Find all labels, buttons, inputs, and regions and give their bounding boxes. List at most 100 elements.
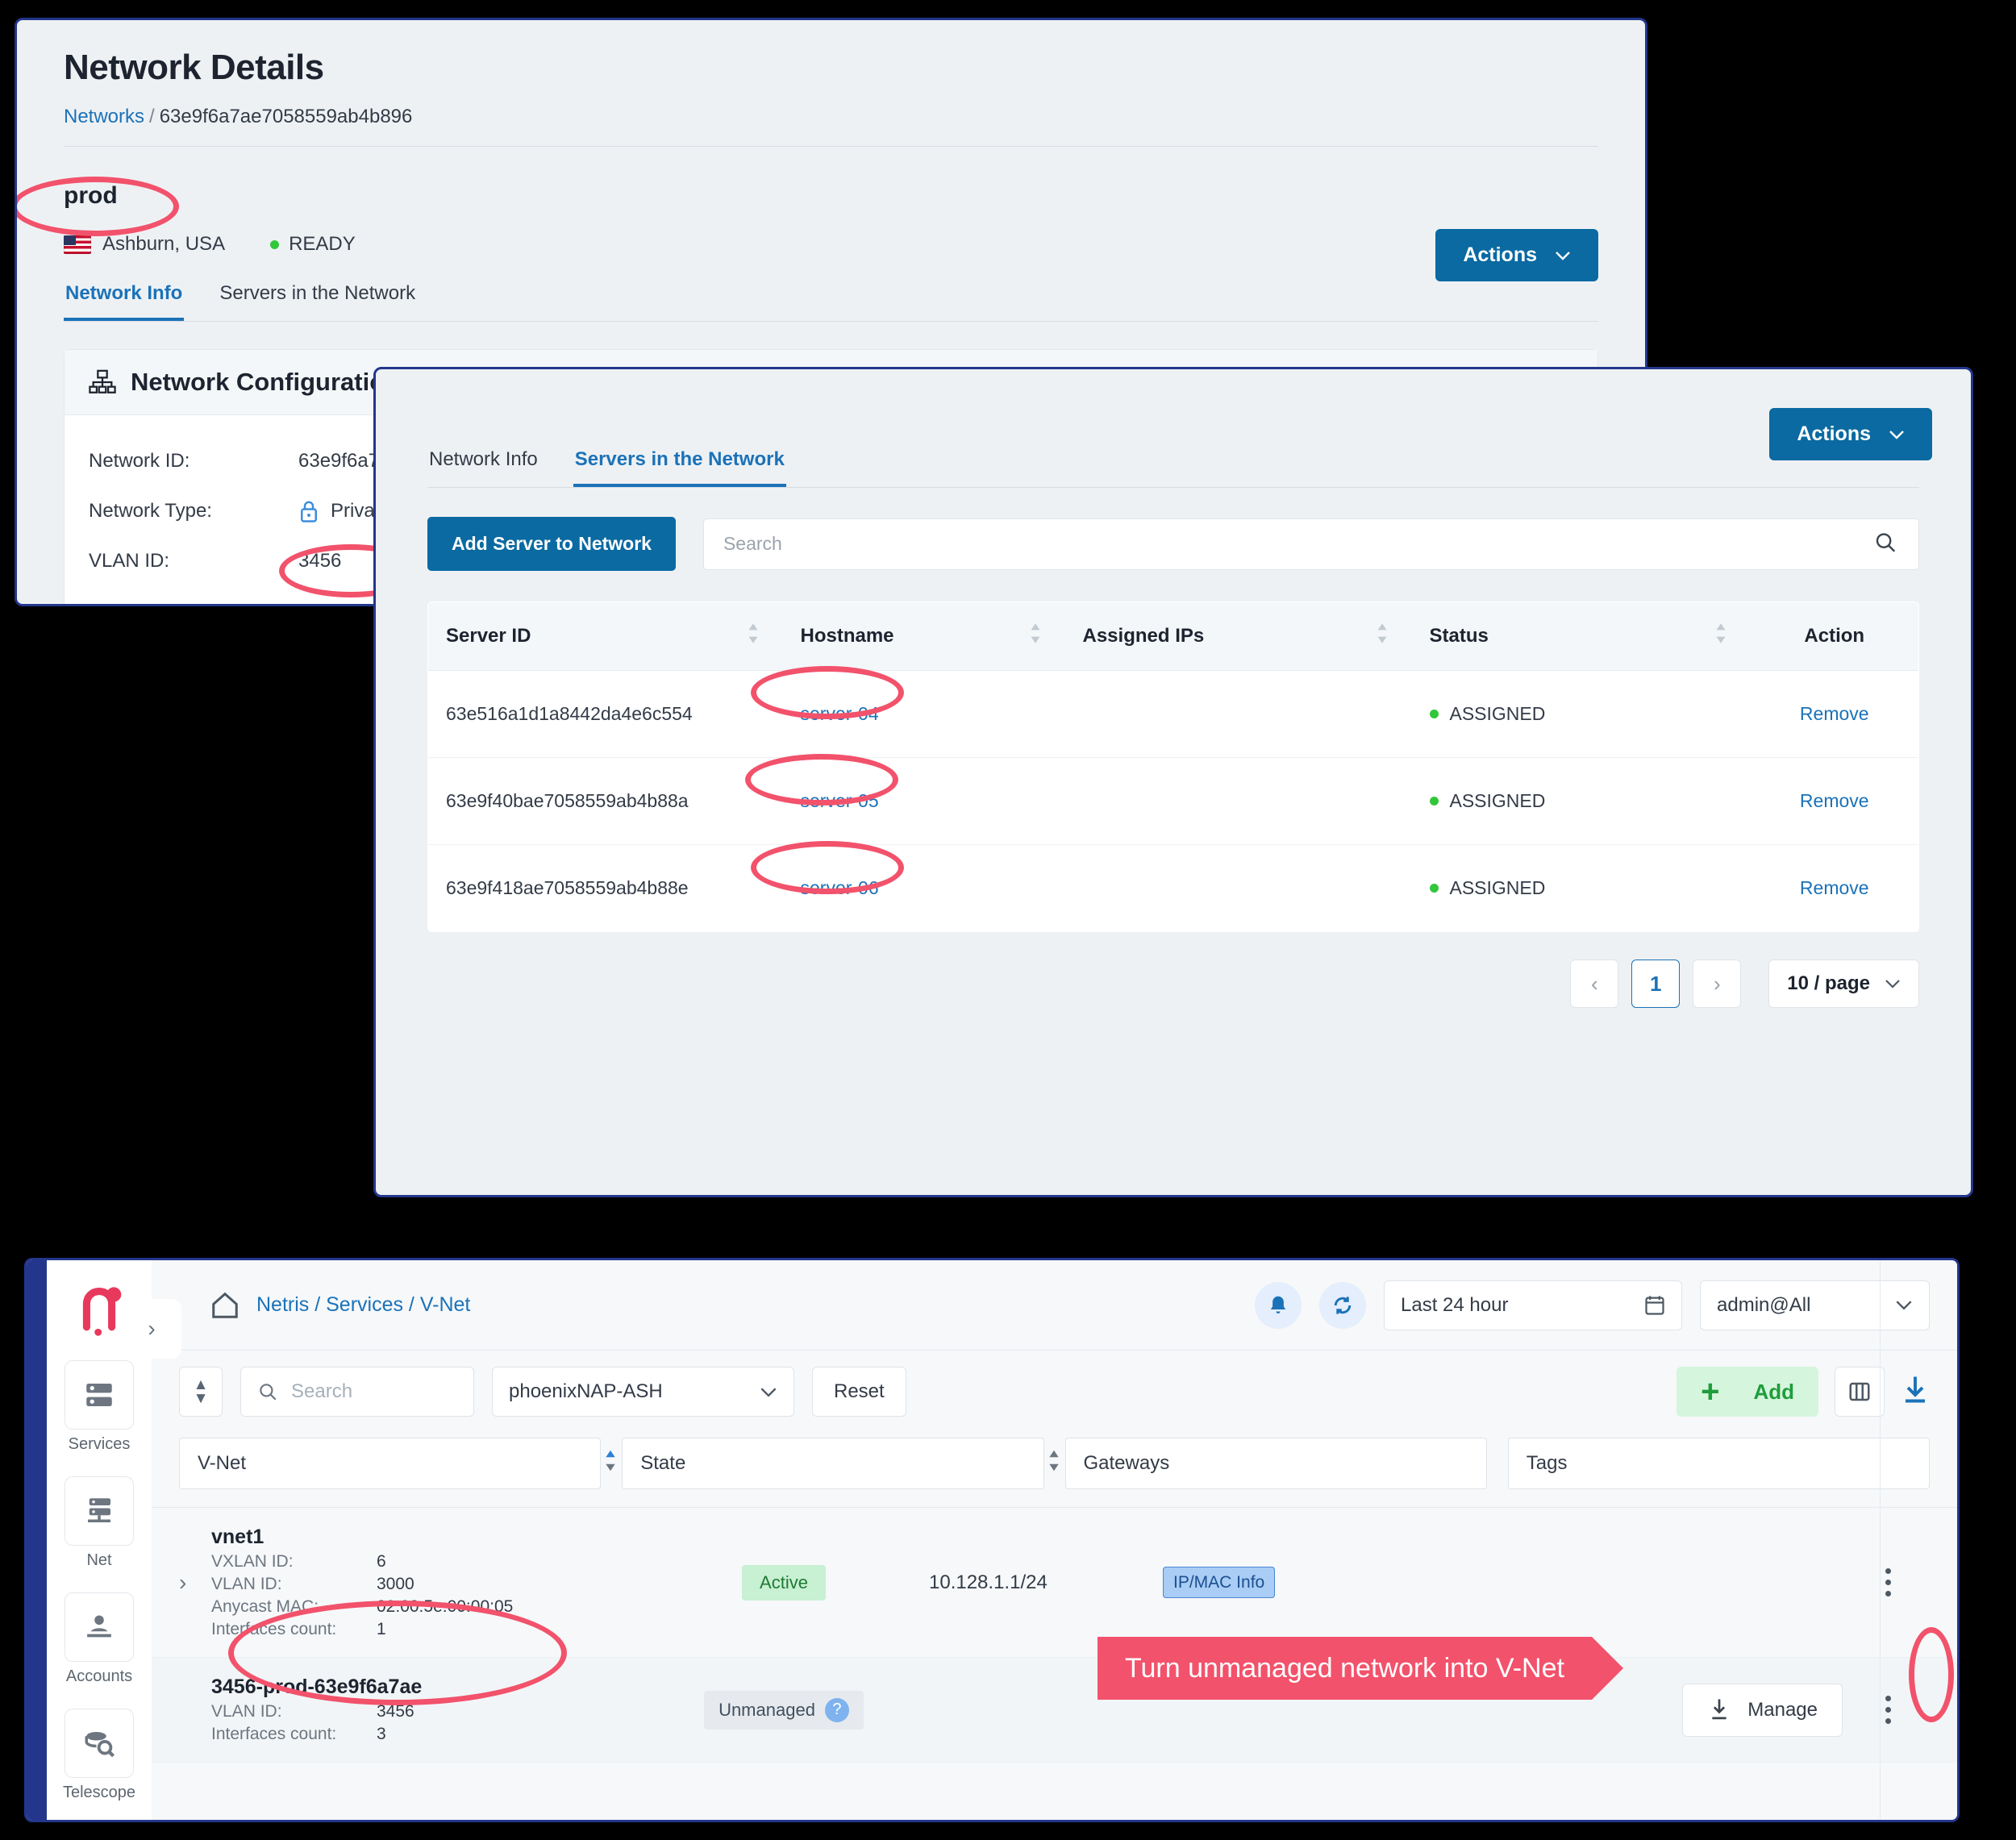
card-title: Network Configuration — [131, 368, 400, 397]
netris-topbar: Netris / Services / V-Net Last 24 hour a… — [152, 1260, 1957, 1351]
servers-table-head: Server ID Hostname Assigne — [428, 602, 1919, 671]
row-menu-icon[interactable] — [1870, 1568, 1906, 1596]
sidebar-item-net[interactable]: Net — [65, 1476, 134, 1570]
tab-servers-in-network-2[interactable]: Servers in the Network — [573, 448, 786, 487]
time-range-select[interactable]: Last 24 hour — [1384, 1280, 1682, 1330]
col-server-id[interactable]: Server ID — [428, 602, 783, 671]
col-assigned-ips[interactable]: Assigned IPs — [1065, 602, 1412, 671]
refresh-icon[interactable] — [1319, 1282, 1366, 1329]
col-status-label: Status — [1430, 625, 1489, 647]
page-title: Network Details — [64, 48, 1598, 88]
sort-toggle-icon[interactable] — [603, 1447, 618, 1480]
pagination-next-button[interactable]: › — [1693, 960, 1741, 1008]
col-assigned-ips-label: Assigned IPs — [1083, 625, 1205, 647]
cell-server-id: 63e9f40bae7058559ab4b88a — [428, 758, 783, 845]
interfaces-count-key: Interfaces count: — [211, 1725, 377, 1744]
hostname-link[interactable]: server-05 — [801, 790, 879, 811]
cell-assigned-ips — [1065, 671, 1412, 758]
col-hostname[interactable]: Hostname — [783, 602, 1065, 671]
actions-button[interactable]: Actions — [1435, 229, 1598, 281]
interfaces-count-value: 3 — [377, 1725, 386, 1744]
tab-servers-in-network[interactable]: Servers in the Network — [218, 282, 417, 321]
sidebar-net-box[interactable] — [65, 1476, 134, 1546]
sidebar-item-accounts[interactable]: Accounts — [65, 1592, 134, 1686]
actions-button-servers[interactable]: Actions — [1769, 408, 1932, 460]
sidebar-telescope-box[interactable] — [65, 1709, 134, 1778]
hostname-link[interactable]: server-04 — [801, 703, 879, 724]
pagination: ‹ 1 › 10 / page — [427, 960, 1919, 1008]
download-icon[interactable] — [1901, 1374, 1930, 1410]
vnet-detail-mac: Anycast MAC:02:00:5e:00:00:05 — [211, 1597, 663, 1617]
servers-toolbar: Add Server to Network Search — [427, 517, 1919, 571]
vnet-tags: IP/MAC Info — [1163, 1573, 1421, 1592]
sidebar-accounts-box[interactable] — [65, 1592, 134, 1662]
add-button-label: Add — [1753, 1380, 1794, 1405]
cell-hostname: server-04 — [783, 671, 1065, 758]
col-status[interactable]: Status — [1412, 602, 1751, 671]
breadcrumb-networks-link[interactable]: Networks — [64, 106, 144, 127]
help-icon[interactable]: ? — [825, 1698, 849, 1722]
add-button[interactable]: + Add — [1677, 1367, 1818, 1417]
pagination-page-1-button[interactable]: 1 — [1631, 960, 1680, 1008]
columns-toggle-icon[interactable] — [1835, 1367, 1885, 1417]
time-range-label: Last 24 hour — [1401, 1294, 1508, 1317]
sort-icon[interactable] — [1714, 622, 1728, 651]
status-text: ASSIGNED — [1450, 877, 1546, 899]
netris-breadcrumb[interactable]: Netris / Services / V-Net — [256, 1293, 470, 1317]
filter-gateways[interactable]: Gateways — [1065, 1438, 1487, 1489]
sidebar-collapse-toggle[interactable]: › — [122, 1299, 181, 1359]
ip-mac-info-tag[interactable]: IP/MAC Info — [1163, 1567, 1275, 1598]
col-action-label: Action — [1804, 625, 1864, 647]
col-hostname-label: Hostname — [801, 625, 894, 647]
search-placeholder: Search — [723, 533, 782, 555]
location-group: Ashburn, USA — [64, 233, 225, 256]
filter-vnet[interactable]: V-Net — [179, 1438, 601, 1489]
account-select[interactable]: admin@All — [1700, 1280, 1930, 1330]
unmanaged-name-block: 3456-prod-63e9f6a7ae VLAN ID:3456 Interf… — [211, 1676, 663, 1744]
per-page-select[interactable]: 10 / page — [1768, 960, 1919, 1008]
remove-link[interactable]: Remove — [1800, 877, 1869, 898]
sidebar-item-label: Services — [69, 1435, 131, 1454]
filter-vnet-placeholder: V-Net — [198, 1452, 246, 1475]
row-menu-icon[interactable] — [1870, 1696, 1906, 1724]
filter-tags[interactable]: Tags — [1508, 1438, 1930, 1489]
notifications-bell-icon[interactable] — [1255, 1282, 1302, 1329]
per-page-label: 10 / page — [1787, 972, 1870, 995]
table-row: 63e9f40bae7058559ab4b88a server-05 ASSIG… — [428, 758, 1919, 845]
expand-row-icon[interactable]: › — [179, 1570, 211, 1596]
cell-action: Remove — [1751, 845, 1919, 932]
network-type-key: Network Type: — [89, 500, 298, 522]
remove-link[interactable]: Remove — [1800, 790, 1869, 811]
sidebar-item-services[interactable]: Services — [65, 1360, 134, 1454]
vnet-detail-vxlan: VXLAN ID:6 — [211, 1552, 663, 1571]
sort-icon[interactable] — [746, 622, 760, 651]
pagination-prev-button[interactable]: ‹ — [1570, 960, 1618, 1008]
sidebar-item-telescope[interactable]: Telescope — [65, 1709, 134, 1802]
site-select[interactable]: phoenixNAP-ASH — [492, 1367, 794, 1417]
vnet-name: vnet1 — [211, 1526, 663, 1549]
search-input[interactable]: Search — [703, 518, 1919, 570]
sort-icon[interactable] — [1028, 622, 1043, 651]
remove-link[interactable]: Remove — [1800, 703, 1869, 724]
sort-order-stepper[interactable]: ▲▼ — [179, 1367, 223, 1417]
sidebar-services-box[interactable] — [65, 1360, 134, 1430]
home-icon[interactable] — [210, 1290, 240, 1321]
reset-button[interactable]: Reset — [812, 1367, 906, 1417]
lock-icon — [298, 499, 319, 523]
status-dot-icon — [270, 240, 279, 249]
network-meta-row: Ashburn, USA READY — [64, 231, 1598, 258]
vlan-id-value: 3000 — [377, 1575, 414, 1594]
manage-button[interactable]: Manage — [1682, 1684, 1843, 1737]
sort-toggle-icon[interactable] — [1047, 1447, 1061, 1480]
tab-network-info-2[interactable]: Network Info — [427, 448, 539, 487]
manage-download-icon — [1707, 1697, 1731, 1723]
location-label: Ashburn, USA — [102, 233, 225, 256]
sort-icon[interactable] — [1375, 622, 1389, 651]
add-server-to-network-button[interactable]: Add Server to Network — [427, 517, 676, 571]
netris-search-input[interactable]: Search — [240, 1367, 474, 1417]
state-badge-unmanaged: Unmanaged ? — [704, 1691, 864, 1730]
filter-state[interactable]: State — [622, 1438, 1043, 1489]
netris-panel: Services Net Accounts Telescope — [24, 1258, 1960, 1822]
tab-network-info[interactable]: Network Info — [64, 282, 184, 321]
hostname-link[interactable]: server-06 — [801, 877, 879, 898]
